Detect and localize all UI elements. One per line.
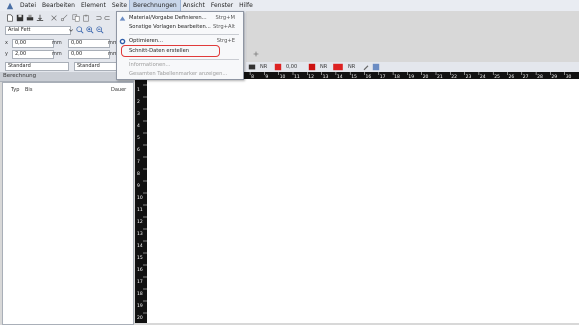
- menu-element[interactable]: Element: [78, 0, 109, 11]
- ruler-tick-label: 4: [137, 123, 140, 129]
- menu-item-material[interactable]: Material/Vorgabe Definieren... Strg+M: [129, 14, 241, 23]
- ruler-tick-label: 8: [137, 171, 140, 177]
- menu-item-info-label: Informationen...: [129, 62, 171, 68]
- red-marker-icon[interactable]: [274, 63, 282, 71]
- calculation-panel: Typ Bis Dauer: [2, 82, 134, 325]
- cut-icon[interactable]: [50, 14, 58, 22]
- menu-item-templates-label: Sonstige Vorlagen bearbeiten...: [129, 24, 211, 30]
- pencil-icon[interactable]: [362, 63, 370, 71]
- w-input-value: 0,00: [71, 40, 83, 46]
- scissors-icon[interactable]: [60, 14, 68, 22]
- vertical-ruler: 1234567891011121314151617181920: [135, 79, 147, 323]
- menu-item-templates[interactable]: Sonstige Vorlagen bearbeiten... Strg+Alt: [129, 23, 241, 32]
- right-toolbar: NR 0,00 NR NR: [246, 62, 579, 72]
- label-nr-3: NR: [348, 64, 356, 70]
- red-tag-icon[interactable]: [332, 63, 344, 71]
- ruler-tick-label: 14: [137, 243, 143, 249]
- ruler-tick-label: 7: [137, 159, 140, 165]
- ruler-tick-label: 17: [137, 279, 143, 285]
- style-select-left-value: Standard: [8, 63, 31, 69]
- ruler-tick-label: 5: [137, 135, 140, 141]
- ruler-tick-label: 6: [137, 147, 140, 153]
- ruler-tick-label: 13: [137, 231, 143, 237]
- font-select[interactable]: Arial Fett: [5, 26, 71, 35]
- y-input[interactable]: 2,00: [12, 50, 54, 59]
- menu-item-templates-shortcut: Strg+Alt: [212, 24, 235, 30]
- copy-icon[interactable]: [72, 14, 80, 22]
- red-flag-icon[interactable]: [308, 63, 316, 71]
- x-input-value: 0,00: [15, 40, 27, 46]
- ruler-tick-label: 10: [137, 195, 143, 201]
- app-icon: [6, 2, 14, 9]
- x-input[interactable]: 0,00: [12, 39, 54, 48]
- font-select-value: Arial Fett: [8, 27, 31, 33]
- col-bis[interactable]: Bis: [25, 87, 32, 93]
- col-typ[interactable]: Typ: [11, 87, 19, 93]
- panel-title: Berechnung: [3, 73, 37, 79]
- zoom-fit-icon[interactable]: [76, 26, 84, 34]
- col-dauer[interactable]: Dauer: [111, 87, 126, 93]
- menu-item-material-label: Material/Vorgabe Definieren...: [129, 15, 207, 21]
- ruler-tick-label: 19: [137, 303, 143, 309]
- menu-bearbeiten[interactable]: Bearbeiten: [39, 0, 78, 11]
- ruler-tick-label: 20: [137, 315, 143, 321]
- ruler-tick-label: 9: [137, 183, 140, 189]
- menu-bar: Datei Bearbeiten Element Seite Berechnun…: [0, 0, 579, 12]
- print-icon[interactable]: [26, 14, 34, 22]
- highlight-annotation: [121, 45, 220, 57]
- calculation-panel-header: Berechnung: [0, 72, 134, 82]
- ruler-tick-label: 12: [137, 219, 143, 225]
- x-label: x: [5, 40, 8, 46]
- menu-item-show-table[interactable]: Gesamten Tabellenmarker anzeigen...: [129, 70, 241, 79]
- menu-separator: [129, 34, 239, 35]
- w-input[interactable]: 0,00: [68, 39, 110, 48]
- style-select-right-value: Standard: [77, 63, 100, 69]
- menu-item-info[interactable]: Informationen...: [129, 61, 241, 70]
- tab-add-icon[interactable]: [252, 50, 260, 58]
- y-input-value: 2,00: [15, 51, 27, 57]
- save-small-icon[interactable]: [372, 63, 380, 71]
- ruler-tick-label: 18: [137, 291, 143, 297]
- menu-item-optimize-shortcut: Strg+E: [216, 38, 235, 44]
- drawing-canvas[interactable]: [147, 79, 579, 323]
- menu-seite[interactable]: Seite: [109, 0, 130, 11]
- menu-item-optimize-label: Optimieren...: [129, 38, 163, 44]
- ruler-tick-label: 2: [137, 99, 140, 105]
- label-nr-2: NR: [320, 64, 328, 70]
- menu-separator: [129, 59, 239, 60]
- y-label: y: [5, 51, 8, 57]
- ruler-tick-label: 1: [137, 87, 140, 93]
- zoom-out-icon[interactable]: [96, 26, 104, 34]
- undo-icon[interactable]: [94, 14, 102, 22]
- new-file-icon[interactable]: [6, 14, 14, 22]
- menu-hilfe[interactable]: Hilfe: [236, 0, 256, 11]
- save-icon[interactable]: [16, 14, 24, 22]
- optimize-icon: [119, 38, 126, 45]
- ruler-tick-label: 15: [137, 255, 143, 261]
- menu-berechnungen[interactable]: Berechnungen: [129, 0, 181, 12]
- label-nr-1: NR: [260, 64, 268, 70]
- x-unit: mm: [52, 40, 62, 46]
- value-field-1: 0,00: [286, 64, 298, 70]
- align-icon[interactable]: [248, 63, 256, 71]
- style-select-left[interactable]: Standard: [5, 62, 69, 71]
- material-icon: [119, 16, 126, 21]
- paste-icon[interactable]: [82, 14, 90, 22]
- style-select-right[interactable]: Standard: [74, 62, 120, 71]
- ruler-tick-label: 11: [137, 207, 143, 213]
- h-input[interactable]: 0,00: [68, 50, 110, 59]
- menu-item-show-table-label: Gesamten Tabellenmarker anzeigen...: [129, 71, 228, 77]
- menu-ansicht[interactable]: Ansicht: [180, 0, 208, 11]
- zoom-in-icon[interactable]: [86, 26, 94, 34]
- chevron-down-icon[interactable]: [68, 26, 74, 34]
- y-unit: mm: [52, 51, 62, 57]
- redo-icon[interactable]: [104, 14, 112, 22]
- h-input-value: 0,00: [71, 51, 83, 57]
- export-icon[interactable]: [36, 14, 44, 22]
- ruler-tick-label: 16: [137, 267, 143, 273]
- menu-datei[interactable]: Datei: [17, 0, 39, 11]
- menu-item-material-shortcut: Strg+M: [215, 15, 235, 21]
- ruler-tick-label: 3: [137, 111, 140, 117]
- menu-fenster[interactable]: Fenster: [208, 0, 236, 11]
